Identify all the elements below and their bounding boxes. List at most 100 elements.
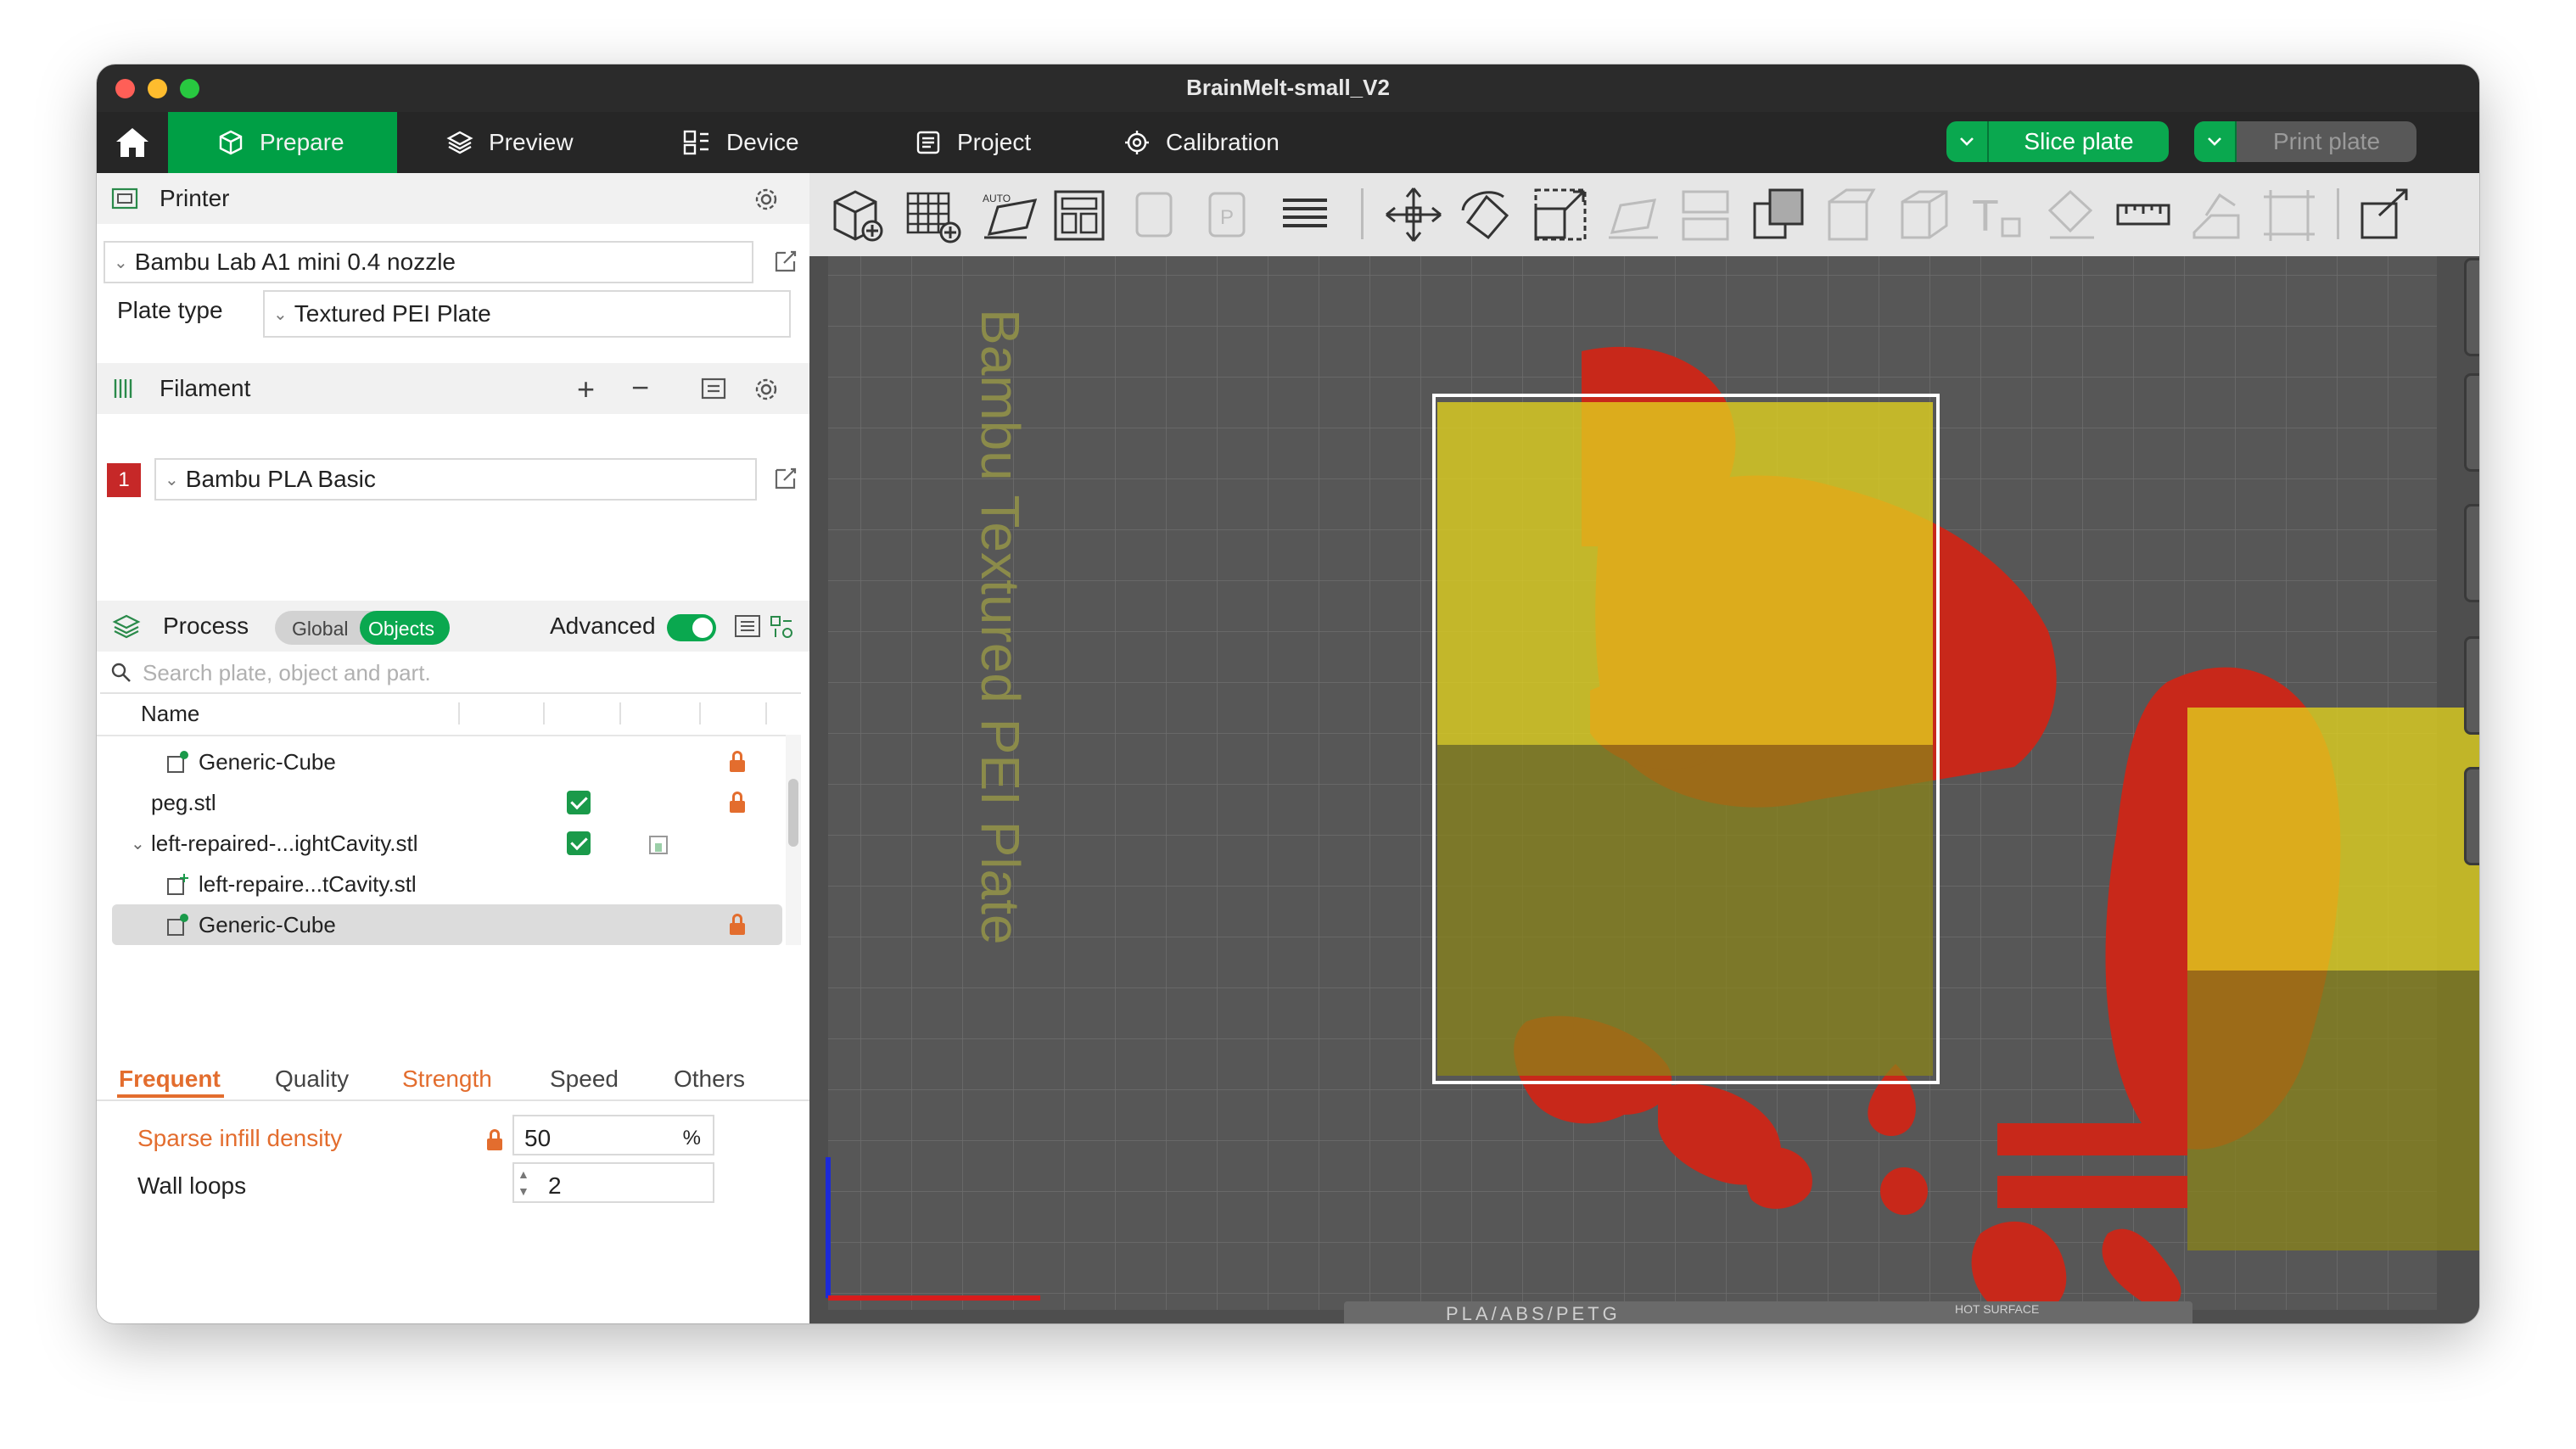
tab-project[interactable]: Project (915, 112, 1031, 173)
lock-icon[interactable] (487, 1129, 502, 1150)
tab-device[interactable]: Device (682, 112, 799, 173)
lock-icon[interactable] (730, 792, 745, 813)
tab-preview-label: Preview (489, 129, 574, 155)
lay-on-face-icon[interactable] (1604, 185, 1665, 244)
edit-icon[interactable] (772, 465, 799, 492)
edit-icon[interactable] (772, 248, 799, 275)
rotate-icon[interactable] (1456, 185, 1517, 244)
process-icon (112, 614, 141, 639)
sparse-infill-field[interactable]: 50 % (512, 1115, 714, 1155)
lock-icon[interactable] (730, 751, 745, 772)
view-control-1[interactable] (2464, 258, 2479, 356)
gear-icon[interactable] (752, 185, 781, 214)
assembly-icon[interactable] (2186, 185, 2247, 244)
process-section-header: Process Global Objects Advanced (97, 601, 809, 652)
wall-loops-stepper[interactable]: ▲ ▼ 2 (512, 1162, 714, 1203)
scrollbar-thumb[interactable] (788, 779, 798, 847)
object-row-selected[interactable]: Generic-Cube (112, 904, 782, 945)
tab-prepare-label: Prepare (260, 129, 344, 155)
add-object-icon[interactable] (826, 185, 888, 244)
color-paint-icon[interactable] (2040, 185, 2101, 244)
tab-strength[interactable]: Strength (402, 1066, 492, 1093)
print-options-dropdown[interactable] (2194, 121, 2237, 162)
object-row[interactable]: left-repaire...tCavity.stl (97, 864, 784, 904)
slice-plate-group: Slice plate (1946, 121, 2169, 162)
plate-type-select[interactable]: ⌄ Textured PEI Plate (263, 290, 791, 338)
svg-text:AUTO: AUTO (983, 193, 1011, 204)
modifier-icon[interactable] (647, 833, 670, 857)
modifier-cube-top-right (2187, 708, 2479, 971)
lock-icon[interactable] (730, 914, 745, 935)
tab-device-label: Device (726, 129, 799, 155)
plate-type-label: Plate type (117, 297, 223, 323)
tab-frequent[interactable]: Frequent (119, 1066, 221, 1093)
slice-options-dropdown[interactable] (1946, 121, 1989, 162)
move-icon[interactable] (1383, 185, 1444, 244)
object-row-name: Generic-Cube (199, 911, 336, 937)
arrange-icon[interactable] (1049, 185, 1110, 244)
view-control-3[interactable] (2464, 504, 2479, 602)
chevron-down-icon[interactable]: ⌄ (131, 833, 145, 854)
modifier-cube-bottom-left (1437, 745, 1933, 1076)
print-plate-button[interactable]: Print plate (2237, 128, 2416, 155)
build-plate-scene[interactable] (809, 173, 2479, 1323)
copy-icon[interactable] (1125, 185, 1186, 244)
object-row-name: peg.stl (151, 789, 216, 815)
view-control-4[interactable] (2464, 636, 2479, 735)
object-row-name: left-repaire...tCavity.stl (199, 870, 417, 897)
home-button[interactable] (97, 112, 168, 173)
stepper-arrows-icon[interactable]: ▲ ▼ (518, 1166, 529, 1200)
object-row[interactable]: Generic-Cube (97, 741, 784, 782)
object-search[interactable]: Search plate, object and part. (100, 652, 801, 694)
search-input[interactable]: Search plate, object and part. (143, 660, 431, 686)
objects-toggle-option[interactable]: Objects (360, 611, 450, 645)
app-window: BrainMelt-small_V2 Prepare Preview Devic… (97, 64, 2479, 1323)
tab-quality[interactable]: Quality (275, 1066, 349, 1093)
filament-section-label: Filament (160, 375, 251, 401)
split-objects-icon[interactable] (2355, 185, 2416, 244)
add-plate-icon[interactable] (901, 185, 962, 244)
filament-slot-badge[interactable]: 1 (107, 463, 141, 497)
3d-viewport[interactable]: Bambu Textured PEI Plate PLA/ABS/PETG HO… (809, 173, 2479, 1323)
column-divider (619, 702, 621, 724)
global-objects-toggle[interactable]: Global Objects (275, 611, 450, 645)
visibility-checkbox[interactable] (567, 791, 591, 814)
object-row[interactable]: ⌄ left-repaired-...ightCavity.stl (97, 823, 784, 864)
tab-calibration[interactable]: Calibration (1123, 112, 1280, 173)
gear-icon[interactable] (752, 375, 781, 404)
measure-icon[interactable] (2113, 185, 2174, 244)
list-view-icon[interactable] (733, 613, 762, 640)
global-toggle-option[interactable]: Global (292, 618, 348, 641)
compare-icon[interactable] (769, 614, 794, 640)
scale-icon[interactable] (1531, 185, 1592, 244)
support-paint-icon[interactable] (1821, 185, 1882, 244)
tab-others[interactable]: Others (674, 1066, 745, 1093)
boolean-icon[interactable] (1748, 185, 1809, 244)
object-row[interactable]: peg.stl (97, 782, 784, 823)
tab-preview[interactable]: Preview (446, 112, 574, 173)
filament-select[interactable]: ⌄ Bambu PLA Basic (154, 458, 757, 501)
text-icon[interactable]: T (1967, 185, 2028, 244)
emboss-icon[interactable] (2259, 185, 2320, 244)
auto-orient-icon[interactable]: AUTO (979, 185, 1040, 244)
printer-select[interactable]: ⌄ Bambu Lab A1 mini 0.4 nozzle (104, 241, 753, 283)
advanced-toggle[interactable] (667, 614, 716, 641)
add-filament-icon[interactable]: + (577, 372, 595, 407)
sync-filament-icon[interactable] (699, 374, 730, 403)
tab-prepare[interactable]: Prepare (168, 112, 397, 173)
object-list-scrollbar[interactable] (786, 735, 801, 945)
view-control-2[interactable] (2464, 373, 2479, 472)
visibility-checkbox[interactable] (567, 831, 591, 855)
slice-plate-button[interactable]: Slice plate (1989, 128, 2169, 155)
chevron-down-icon: ⌄ (114, 253, 128, 272)
paste-icon[interactable]: P (1198, 185, 1259, 244)
layers-icon[interactable] (1274, 185, 1336, 244)
view-control-5[interactable] (2464, 767, 2479, 865)
wall-loops-value: 2 (548, 1172, 562, 1199)
active-tab-indicator (117, 1094, 224, 1098)
cut-icon[interactable] (1675, 185, 1736, 244)
tab-speed[interactable]: Speed (550, 1066, 619, 1093)
remove-filament-icon[interactable]: − (631, 370, 649, 406)
seam-paint-icon[interactable] (1894, 185, 1955, 244)
chevron-down-icon: ⌄ (273, 305, 288, 324)
